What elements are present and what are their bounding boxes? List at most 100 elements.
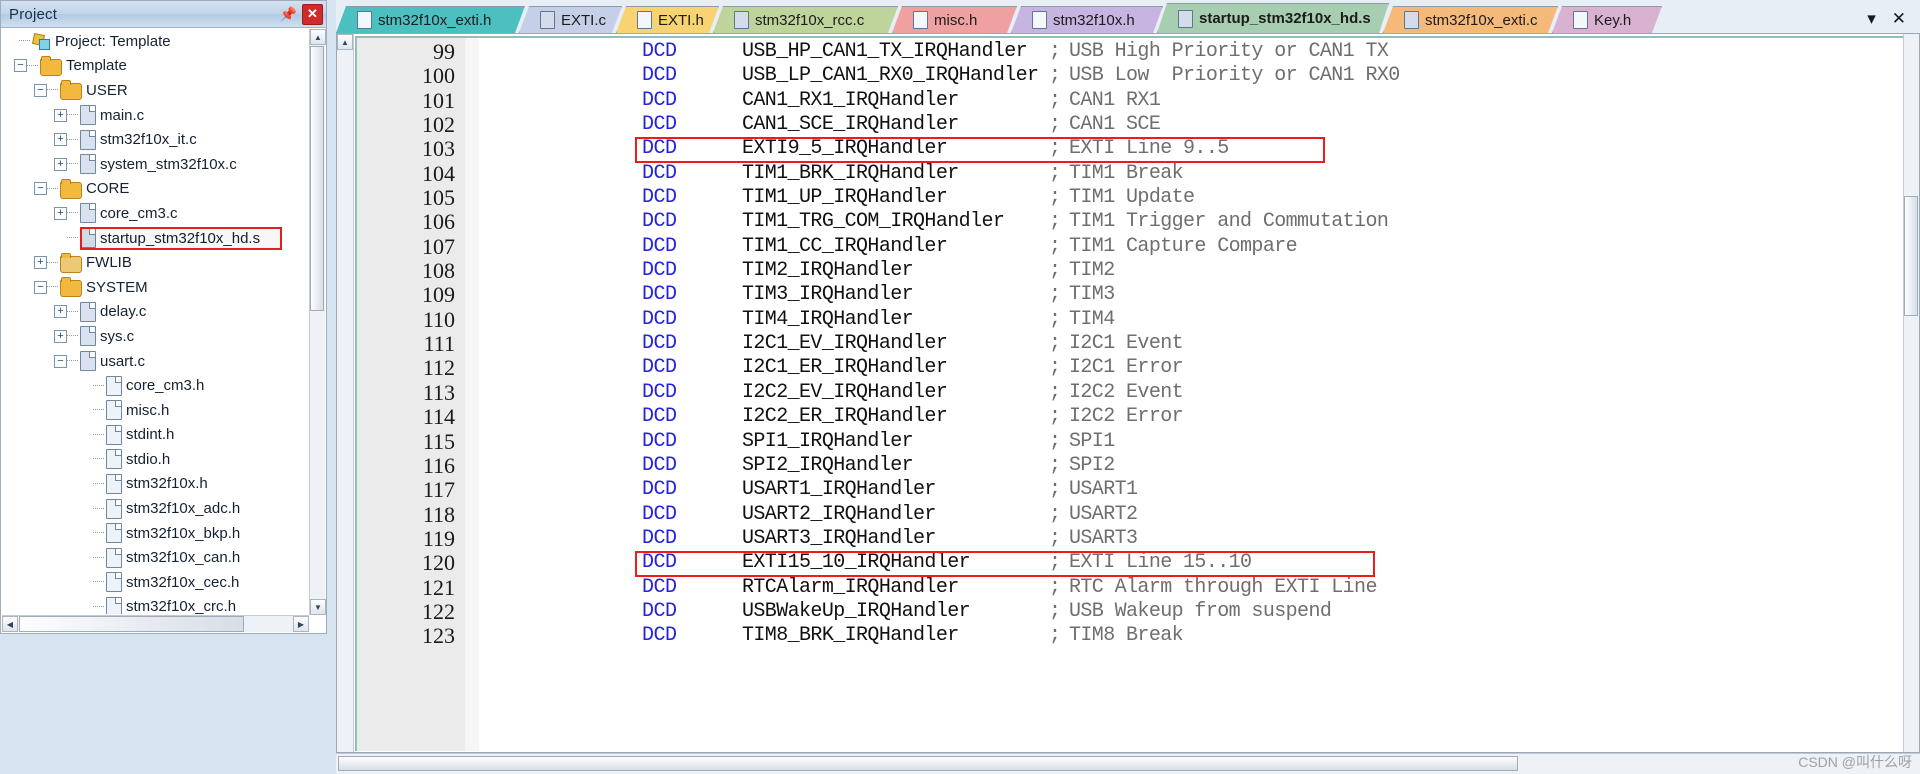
close-icon[interactable]: ✕ [1892,9,1906,29]
code-line[interactable]: 119 DCD USART3_IRQHandler; USART3 [357,526,1918,551]
code-line[interactable]: 115 DCD SPI1_IRQHandler; SPI1 [357,429,1918,454]
collapse-icon[interactable]: − [54,354,67,368]
tree-item[interactable]: + delay.c [2,300,308,325]
tree-item[interactable]: + sys.c [2,324,308,349]
editor-vscroll-thumb[interactable] [1904,196,1918,316]
editor-vertical-scrollbar[interactable] [1903,34,1919,752]
code-line[interactable]: 113 DCD I2C2_EV_IRQHandler; I2C2 Event [357,380,1918,405]
tree-connector [93,556,104,559]
code-line[interactable]: 109 DCD TIM3_IRQHandler; TIM3 [357,283,1918,308]
editor-tab-bar[interactable]: stm32f10x_exti.h EXTI.c EXTI.h stm32f10x_rc… [336,0,1920,33]
editor-tab[interactable]: EXTI.h [616,6,719,33]
pin-icon[interactable]: 📌 [278,4,299,25]
scroll-left-arrow-icon[interactable]: ◀ [2,616,18,632]
vscroll-thumb[interactable] [310,46,324,311]
project-tree-horizontal-scrollbar[interactable]: ◀ ▶ [2,615,309,632]
scroll-down-arrow-icon[interactable]: ▼ [310,599,326,615]
code-line[interactable]: 110 DCD TIM4_IRQHandler; TIM4 [357,307,1918,332]
tree-item[interactable]: stm32f10x_adc.h [2,496,308,521]
code-line[interactable]: 112 DCD I2C1_ER_IRQHandler; I2C1 Error [357,356,1918,381]
tree-item[interactable]: + core_cm3.c [2,201,308,226]
code-line[interactable]: 105 DCD TIM1_UP_IRQHandler; TIM1 Update [357,185,1918,210]
expand-icon[interactable]: + [54,305,67,319]
code-line[interactable]: 107 DCD TIM1_CC_IRQHandler; TIM1 Capture Co… [357,234,1918,259]
tree-item[interactable]: − usart.c [2,349,308,374]
code-line[interactable]: 116 DCD SPI2_IRQHandler; SPI2 [357,453,1918,478]
editor-hscroll-thumb[interactable] [338,756,1518,771]
tree-item[interactable]: startup_stm32f10x_hd.s [2,226,308,251]
project-tree-vertical-scrollbar[interactable]: ▲ ▼ [309,29,326,615]
editor-scroll-up-icon[interactable]: ▲ [337,34,353,50]
editor-tab[interactable]: stm32f10x.h [1011,6,1163,33]
code-line[interactable]: 118 DCD USART2_IRQHandler; USART2 [357,502,1918,527]
tree-item[interactable]: stdio.h [2,447,308,472]
collapse-icon[interactable]: − [34,280,47,294]
code-line[interactable]: 121 DCD RTCAlarm_IRQHandler; RTC Alarm thro… [357,575,1918,600]
tree-item[interactable]: + stm32f10x_it.c [2,127,308,152]
tree-item[interactable]: − Template [2,54,308,79]
code-symbol: TIM1_BRK_IRQHandler [742,161,959,185]
tree-item[interactable]: core_cm3.h [2,373,308,398]
code-line[interactable]: 123 DCD TIM8_BRK_IRQHandler; TIM8 Break [357,623,1918,648]
asm-file-icon [1178,10,1193,28]
code-line[interactable]: 103 DCD EXTI9_5_IRQHandler; EXTI Line 9..5 [357,137,1918,162]
code-lines[interactable]: 99 DCD USB_HP_CAN1_TX_IRQHandler; USB High … [357,38,1918,751]
editor-left-scrollbar[interactable]: ▲ [337,34,354,752]
collapse-icon[interactable]: − [34,83,47,97]
tree-item[interactable]: stm32f10x_crc.h [2,595,308,614]
chevron-down-icon[interactable]: ▾ [1867,9,1876,29]
editor-tab[interactable]: stm32f10x_rcc.c [713,6,898,33]
code-line[interactable]: 100 DCD USB_LP_CAN1_RX0_IRQHandler; USB Low… [357,63,1918,88]
scroll-up-arrow-icon[interactable]: ▲ [310,29,326,45]
expand-icon[interactable]: + [54,206,67,220]
project-tree[interactable]: Project: Template − Template − USER + main.c + s… [2,29,308,614]
tree-item[interactable]: stm32f10x.h [2,472,308,497]
editor-tab[interactable]: stm32f10x_exti.h [336,6,525,33]
h-file-icon [1032,11,1047,29]
code-line[interactable]: 111 DCD I2C1_EV_IRQHandler; I2C1 Event [357,331,1918,356]
tree-item[interactable]: stdint.h [2,423,308,448]
code-line[interactable]: 106 DCD TIM1_TRG_COM_IRQHandler; TIM1 Trigg… [357,210,1918,235]
tree-item[interactable]: + main.c [2,103,308,128]
code-line[interactable]: 99 DCD USB_HP_CAN1_TX_IRQHandler; USB High … [357,39,1918,64]
code-line[interactable]: 122 DCD USBWakeUp_IRQHandler; USB Wakeup fr… [357,599,1918,624]
tree-item[interactable]: stm32f10x_cec.h [2,570,308,595]
editor-tab[interactable]: startup_stm32f10x_hd.s [1157,3,1389,33]
close-icon[interactable]: ✕ [302,3,323,25]
tree-item[interactable]: misc.h [2,398,308,423]
tree-item[interactable]: stm32f10x_bkp.h [2,521,308,546]
expand-icon[interactable]: + [54,108,67,122]
tree-item[interactable]: + system_stm32f10x.c [2,152,308,177]
hscroll-thumb[interactable] [19,616,244,632]
code-surface[interactable]: 99 DCD USB_HP_CAN1_TX_IRQHandler; USB High … [355,36,1918,751]
tree-item[interactable]: + FWLIB [2,250,308,275]
expand-icon[interactable]: + [34,256,47,270]
tree-item[interactable]: Project: Template [2,29,308,54]
tree-item[interactable]: − SYSTEM [2,275,308,300]
c-file-icon [80,203,96,224]
code-line[interactable]: 117 DCD USART1_IRQHandler; USART1 [357,477,1918,502]
code-line[interactable]: 114 DCD I2C2_ER_IRQHandler; I2C2 Error [357,404,1918,429]
code-line[interactable]: 102 DCD CAN1_SCE_IRQHandler; CAN1 SCE [357,112,1918,137]
code-line[interactable]: 104 DCD TIM1_BRK_IRQHandler; TIM1 Break [357,161,1918,186]
expand-icon[interactable]: + [54,133,67,147]
scroll-right-arrow-icon[interactable]: ▶ [293,616,309,632]
comment-marker: ; [1049,113,1062,137]
comment-marker: ; [1049,88,1062,112]
code-line[interactable]: 101 DCD CAN1_RX1_IRQHandler; CAN1 RX1 [357,88,1918,113]
tree-item[interactable]: stm32f10x_can.h [2,545,308,570]
editor-tab[interactable]: stm32f10x_exti.c [1383,6,1558,33]
tree-item[interactable]: − CORE [2,177,308,202]
code-comment: I2C2 Error [1069,405,1184,429]
editor-tab[interactable]: Key.h [1552,6,1662,33]
expand-icon[interactable]: + [54,157,67,171]
expand-icon[interactable]: + [54,329,67,343]
code-line[interactable]: 108 DCD TIM2_IRQHandler; TIM2 [357,258,1918,283]
editor-horizontal-scrollbar[interactable]: CSDN @叫什么呀 [336,753,1920,774]
editor-tab[interactable]: EXTI.c [519,6,622,33]
tree-item[interactable]: − USER [2,78,308,103]
collapse-icon[interactable]: − [34,182,47,196]
editor-tab[interactable]: misc.h [892,6,1017,33]
collapse-icon[interactable]: − [14,59,27,73]
code-line[interactable]: 120 DCD EXTI15_10_IRQHandler; EXTI Line 15.… [357,550,1918,575]
